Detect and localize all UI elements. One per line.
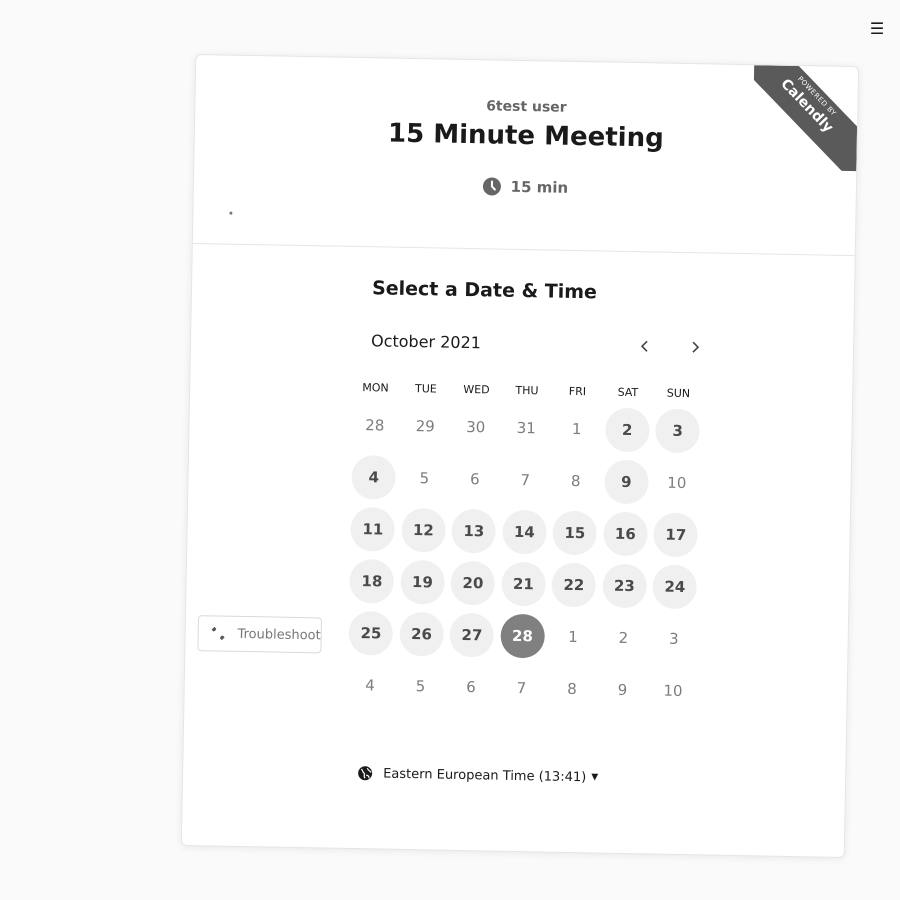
calendar-day-outside: 29	[415, 417, 435, 436]
month-label: October 2021	[370, 331, 482, 353]
weekday-label: SAT	[617, 385, 639, 400]
calendar-day-outside: 5	[415, 677, 426, 696]
hamburger-menu-icon[interactable]: ☰	[868, 20, 886, 38]
calendar-day-available[interactable]: 26	[399, 611, 444, 657]
calendar-day-available[interactable]: 14	[501, 509, 547, 555]
calendar-day-available[interactable]: 21	[501, 561, 546, 607]
calendar-day-unavailable: 5	[419, 469, 430, 488]
calendar-day-outside: 1	[567, 627, 578, 647]
calendar-day-outside: 4	[365, 676, 375, 695]
calendar-day-available[interactable]: 4	[351, 454, 397, 500]
calendar-day-available[interactable]: 24	[652, 564, 698, 610]
calendar-day-outside: 6	[466, 678, 476, 697]
description-dot	[229, 211, 233, 215]
weekday-label: TUE	[414, 382, 437, 396]
calendar-day-available[interactable]: 17	[653, 512, 699, 558]
clock-icon	[482, 177, 501, 196]
calendar-week: 18 19 20 21 22 23 24	[346, 555, 701, 613]
calendar-day-available[interactable]: 19	[400, 559, 445, 605]
next-month-button[interactable]	[681, 333, 710, 362]
calendar-week: 4 5 6 7 8 9 10	[344, 659, 699, 717]
calendar-week: 25 26 27 28 1 2 3	[345, 607, 700, 665]
calendar-day-available[interactable]: 11	[350, 506, 396, 552]
calendar-day-outside: 2	[618, 628, 629, 648]
scheduling-card: POWERED BY Calendly 6test user 15 Minute…	[180, 53, 860, 859]
section-title: Select a Date & Time	[371, 277, 598, 304]
previous-month-button[interactable]	[631, 332, 660, 361]
troubleshoot-label: Troubleshoot	[237, 626, 321, 643]
calendar-day-outside: 3	[668, 629, 679, 648]
calendar-week: 11 12 13 14 15 16 17	[347, 503, 702, 561]
globe-icon	[358, 766, 373, 781]
calendar-grid: MON TUE WED THU FRI SAT SUN 28 29 30 31 1 2 3 4…	[344, 377, 704, 717]
troubleshoot-button[interactable]: Troubleshoot	[197, 615, 323, 654]
weekday-label: FRI	[568, 384, 587, 399]
event-duration: 15 min	[194, 171, 856, 203]
calendar-day-unavailable: 7	[520, 471, 531, 490]
caret-down-icon: ▼	[591, 772, 599, 783]
duration-label: 15 min	[510, 177, 569, 197]
calendar-day-available[interactable]: 25	[348, 610, 394, 656]
wrench-icon	[211, 626, 225, 641]
calendar-day-outside: 7	[516, 678, 527, 698]
calendar-day-outside: 10	[663, 681, 683, 701]
calendar-day-outside: 9	[617, 680, 628, 700]
calendar-day-unavailable: 1	[571, 419, 582, 439]
calendar-day-available[interactable]: 13	[451, 508, 497, 554]
calendar-day-available[interactable]: 2	[604, 407, 650, 453]
calendar-day-outside: 31	[516, 418, 536, 438]
calendar-day-available[interactable]: 16	[602, 511, 648, 557]
weekday-label: WED	[463, 382, 490, 397]
weekday-label: THU	[515, 383, 539, 398]
weekday-label: MON	[362, 381, 389, 395]
calendar-week: 28 29 30 31 1 2 3	[349, 399, 704, 457]
weekday-label: SUN	[666, 386, 691, 401]
calendar-day-available[interactable]: 23	[601, 563, 647, 609]
chevron-left-icon	[640, 340, 648, 352]
calendar-week: 4 5 6 7 8 9 10	[348, 451, 703, 509]
timezone-label: Eastern European Time (13:41)	[383, 766, 587, 785]
calendar-day-available[interactable]: 20	[450, 560, 496, 606]
calendar-day-unavailable: 10	[667, 473, 687, 493]
date-selection-section: Select a Date & Time October 2021 MON TU…	[182, 244, 855, 856]
timezone-selector[interactable]: Eastern European Time (13:41) ▼	[357, 765, 598, 785]
calendar-day-available[interactable]: 12	[400, 507, 446, 553]
calendar-day-available[interactable]: 9	[603, 459, 649, 505]
calendar-day-outside: 30	[466, 418, 486, 437]
event-header: POWERED BY Calendly 6test user 15 Minute…	[192, 55, 859, 257]
calendar-day-unavailable: 8	[570, 471, 581, 491]
calendar-weeks: 28 29 30 31 1 2 3 4 5 6 7 8 9 10 11 12 13 14 15 16 17 18 19 20 2…	[344, 399, 704, 717]
calendar-day-available[interactable]: 18	[349, 558, 395, 604]
calendar-day-available[interactable]: 27	[449, 612, 495, 658]
calendar-day-available[interactable]: 22	[551, 562, 597, 608]
calendar-day-available[interactable]: 15	[552, 510, 598, 556]
calendar-day-selected[interactable]: 28	[500, 613, 545, 659]
calendar-day-available[interactable]: 3	[655, 408, 701, 454]
calendar-day-outside: 8	[567, 679, 577, 699]
calendar-day-outside: 28	[365, 416, 385, 435]
calendar-day-unavailable: 6	[469, 470, 480, 489]
chevron-right-icon	[692, 341, 700, 353]
